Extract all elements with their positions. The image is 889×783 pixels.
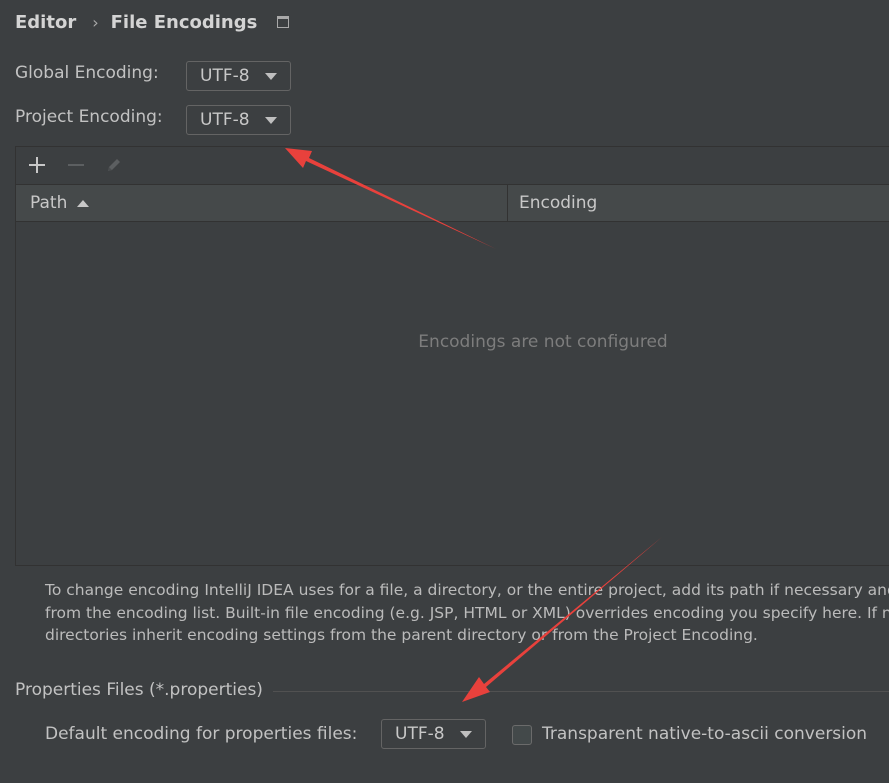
global-encoding-row: Global Encoding: [15, 63, 159, 83]
project-encoding-dropdown[interactable]: UTF-8 [186, 105, 291, 135]
help-line: To change encoding IntelliJ IDEA uses fo… [45, 581, 889, 599]
minus-icon[interactable] [67, 156, 85, 174]
window-icon[interactable] [277, 16, 290, 28]
help-line: from the encoding list. Built-in file en… [45, 603, 889, 622]
properties-encoding-label: Default encoding for properties files: [45, 724, 358, 744]
project-encoding-label: Project Encoding: [15, 107, 163, 127]
column-header-encoding[interactable]: Encoding [519, 193, 597, 213]
breadcrumb-editor[interactable]: Editor [15, 12, 76, 33]
global-encoding-label: Global Encoding: [15, 63, 159, 83]
column-divider[interactable] [507, 185, 508, 221]
help-text: To change encoding IntelliJ IDEA uses fo… [45, 579, 889, 647]
properties-encoding-value: UTF-8 [395, 724, 445, 744]
dropdown-arrow-icon [265, 73, 277, 80]
project-encoding-row: Project Encoding: [15, 107, 163, 127]
column-header-path-label: Path [30, 193, 68, 213]
project-encoding-value: UTF-8 [200, 110, 250, 130]
file-encodings-settings-page: Editor › File Encodings Global Encoding:… [0, 0, 889, 783]
chevron-right-icon: › [92, 12, 99, 32]
breadcrumb: Editor › File Encodings [15, 9, 290, 35]
pencil-icon[interactable] [105, 156, 123, 174]
table-toolbar [16, 147, 889, 185]
table-header: Path Encoding [16, 185, 889, 222]
global-encoding-dropdown[interactable]: UTF-8 [186, 61, 291, 91]
global-encoding-value: UTF-8 [200, 66, 250, 86]
section-divider [273, 691, 889, 692]
native-to-ascii-label[interactable]: Transparent native-to-ascii conversion [542, 724, 867, 744]
properties-encoding-dropdown[interactable]: UTF-8 [381, 719, 486, 749]
table-empty-message: Encodings are not configured [418, 332, 668, 352]
column-header-path[interactable]: Path [30, 193, 90, 213]
page-title: File Encodings [110, 11, 258, 33]
dropdown-arrow-icon [265, 117, 277, 124]
native-to-ascii-checkbox[interactable] [512, 725, 532, 745]
encodings-table-panel: Path Encoding Encodings are not configur… [15, 146, 889, 566]
sort-ascending-icon [77, 199, 90, 207]
properties-encoding-row: Default encoding for properties files: [45, 724, 357, 744]
help-line: directories inherit encoding settings fr… [45, 626, 758, 644]
plus-icon[interactable] [28, 156, 46, 174]
properties-section-title: Properties Files (*.properties) [15, 680, 263, 700]
dropdown-arrow-icon [460, 731, 472, 738]
